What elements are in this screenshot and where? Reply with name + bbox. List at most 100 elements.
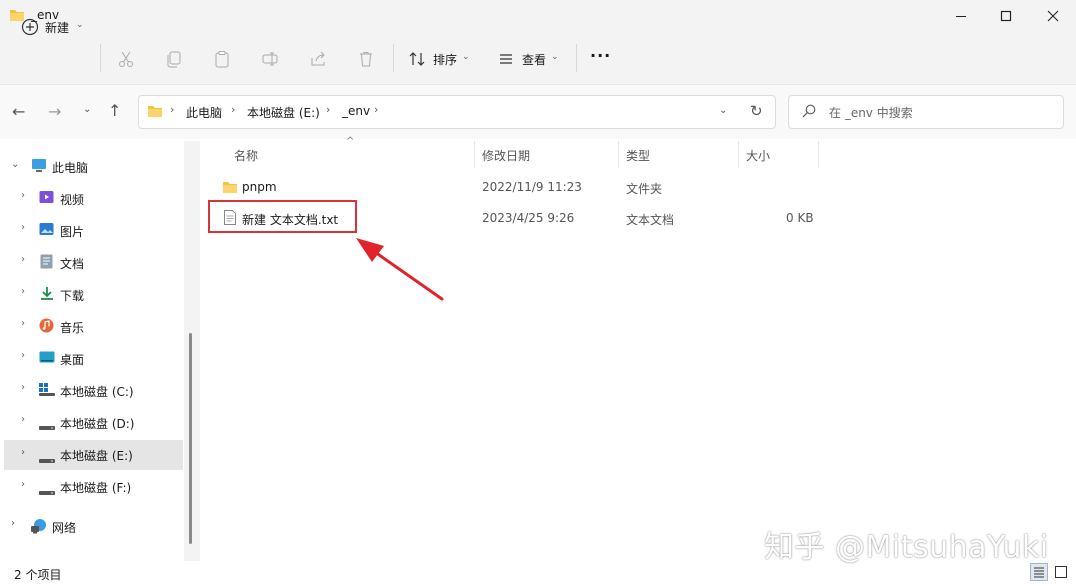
breadcrumb-chevron-icon[interactable]: › — [231, 103, 235, 116]
nav-scrollbar-track — [184, 141, 200, 561]
breadcrumb-chevron-icon[interactable]: › — [170, 103, 174, 116]
nav-item-desktop[interactable] — [4, 343, 183, 373]
up-arrow-icon[interactable]: ↑ — [108, 101, 121, 120]
sort-label: 排序 — [433, 53, 458, 67]
chevron-down-icon[interactable]: ⌄ — [11, 159, 19, 170]
chevron-right-icon[interactable]: › — [21, 318, 25, 329]
nav-label-pictures: 图片 — [60, 225, 85, 239]
folder-icon — [222, 180, 238, 197]
toolbar-divider — [576, 44, 577, 72]
new-label: 新建 — [45, 21, 70, 35]
chevron-right-icon[interactable]: › — [21, 222, 25, 233]
file-size: 0 KB — [786, 211, 814, 225]
chevron-right-icon[interactable]: › — [21, 254, 25, 265]
large-icons-view-icon — [1055, 566, 1067, 581]
cut-icon[interactable] — [114, 47, 138, 71]
pc-icon — [31, 158, 47, 176]
nav-item-videos[interactable] — [4, 183, 183, 213]
nav-item-documents[interactable] — [4, 247, 183, 277]
annotation-arrow-icon — [356, 238, 444, 301]
breadcrumb-chevron-icon[interactable]: › — [326, 103, 330, 116]
file-type: 文件夹 — [626, 182, 663, 196]
back-arrow-icon[interactable]: ← — [12, 102, 25, 121]
column-divider[interactable] — [738, 141, 739, 168]
nav-label-drive-c: 本地磁盘 (C:) — [60, 385, 134, 399]
rename-icon[interactable] — [258, 47, 282, 71]
nav-label-music: 音乐 — [60, 321, 85, 335]
drive-icon — [39, 420, 55, 434]
view-label: 查看 — [522, 53, 547, 67]
nav-scrollbar-thumb[interactable] — [189, 333, 192, 544]
column-divider[interactable] — [818, 141, 819, 168]
new-button[interactable] — [14, 40, 88, 76]
status-item-count: 2 个项目 — [14, 568, 62, 582]
details-view-icon — [1033, 566, 1045, 581]
nav-label-documents: 文档 — [60, 257, 85, 271]
chevron-down-icon: ⌄ — [76, 20, 84, 30]
column-divider[interactable] — [474, 141, 475, 168]
column-header-type[interactable]: 类型 — [626, 147, 650, 164]
nav-label-downloads: 下载 — [60, 289, 85, 303]
more-options-button[interactable]: ··· — [590, 46, 611, 65]
breadcrumb-chevron-icon[interactable]: › — [374, 103, 378, 116]
column-header-name[interactable]: 名称 — [234, 147, 258, 164]
chevron-right-icon[interactable]: › — [21, 190, 25, 201]
column-header-size[interactable]: 大小 — [746, 147, 770, 164]
file-modified: 2022/11/9 11:23 — [482, 180, 582, 194]
file-modified: 2023/4/25 9:26 — [482, 211, 575, 225]
toolbar-divider — [100, 44, 101, 72]
copy-icon[interactable] — [162, 47, 186, 71]
nav-label-this-pc: 此电脑 — [52, 161, 89, 175]
nav-item-music[interactable] — [4, 311, 183, 341]
recent-locations-chevron-icon[interactable]: ⌄ — [83, 104, 91, 115]
sort-icon — [405, 47, 429, 71]
nav-label-drive-f: 本地磁盘 (F:) — [60, 481, 132, 495]
chevron-down-icon: ⌄ — [462, 52, 470, 62]
nav-item-pictures[interactable] — [4, 215, 183, 245]
search-placeholder: 在 _env 中搜索 — [829, 106, 913, 120]
folder-icon — [147, 104, 163, 121]
column-divider[interactable] — [618, 141, 619, 168]
chevron-right-icon[interactable]: › — [11, 518, 15, 529]
watermark-text: 知乎 @MitsuhaYuki — [764, 530, 1049, 565]
maximize-button[interactable] — [983, 0, 1029, 32]
chevron-right-icon[interactable]: › — [21, 479, 25, 490]
view-list-icon — [494, 47, 518, 71]
nav-label-desktop: 桌面 — [60, 353, 85, 367]
picture-icon — [39, 222, 54, 239]
breadcrumb-drive-e[interactable]: 本地磁盘 (E:) — [247, 104, 320, 121]
desktop-icon — [39, 351, 55, 367]
minimize-button[interactable] — [938, 0, 984, 32]
drive-icon — [39, 485, 55, 499]
chevron-right-icon[interactable]: › — [21, 382, 25, 393]
chevron-right-icon[interactable]: › — [21, 286, 25, 297]
delete-icon[interactable] — [354, 47, 378, 71]
address-history-chevron-icon[interactable]: ⌄ — [719, 105, 727, 116]
nav-item-downloads[interactable] — [4, 279, 183, 309]
breadcrumb-this-pc[interactable]: 此电脑 — [186, 104, 222, 121]
windows-drive-icon — [39, 383, 55, 399]
toolbar-divider — [393, 44, 394, 72]
share-icon[interactable] — [306, 47, 330, 71]
document-icon — [40, 254, 53, 272]
title-bar — [0, 0, 1076, 32]
network-icon — [31, 518, 48, 537]
column-header-modified[interactable]: 修改日期 — [482, 147, 530, 164]
search-icon — [802, 104, 816, 121]
drive-icon — [39, 453, 55, 467]
nav-label-drive-d: 本地磁盘 (D:) — [60, 417, 135, 431]
chevron-down-icon: ⌄ — [551, 52, 559, 62]
paste-icon[interactable] — [210, 47, 234, 71]
breadcrumb-env[interactable]: _env — [342, 104, 370, 118]
chevron-right-icon[interactable]: › — [21, 350, 25, 361]
nav-label-drive-e: 本地磁盘 (E:) — [60, 449, 133, 463]
chevron-right-icon[interactable]: › — [21, 447, 25, 458]
forward-arrow-icon[interactable]: → — [48, 102, 61, 121]
music-icon — [39, 318, 54, 336]
plus-circle-icon — [18, 15, 42, 39]
refresh-icon[interactable]: ↻ — [750, 102, 763, 120]
nav-label-network: 网络 — [52, 521, 77, 535]
close-button[interactable] — [1030, 0, 1076, 32]
video-icon — [39, 190, 54, 207]
chevron-right-icon[interactable]: › — [21, 414, 25, 425]
